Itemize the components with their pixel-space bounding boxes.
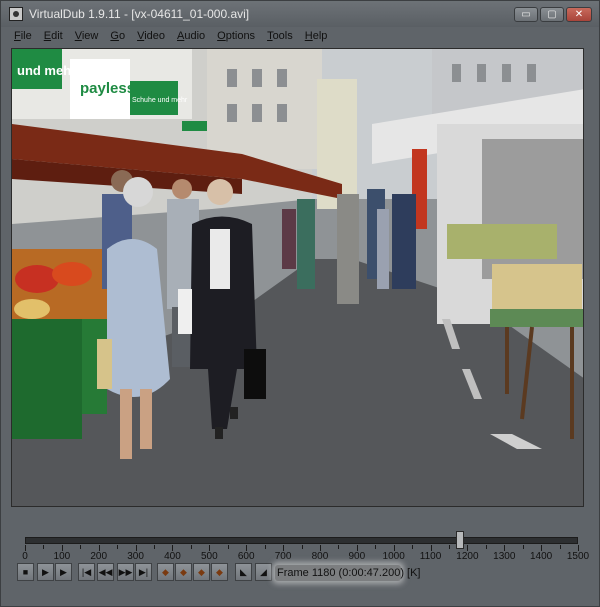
- sign-payless: payless: [80, 80, 135, 97]
- timeline-tick: [412, 545, 414, 549]
- timeline-tick: [338, 545, 340, 549]
- menu-edit[interactable]: Edit: [44, 30, 63, 42]
- menu-view[interactable]: View: [75, 30, 99, 42]
- video-frame-image: und mehr payless Schuhe und mehr: [12, 49, 583, 506]
- menu-options[interactable]: Options: [217, 30, 255, 42]
- back-icon[interactable]: ◀◀: [97, 563, 114, 581]
- timeline-tick: [117, 545, 119, 549]
- maximize-button[interactable]: ▢: [540, 7, 564, 22]
- timeline-tick: [43, 545, 45, 549]
- prev-key-icon[interactable]: ◆: [157, 563, 174, 581]
- window-title: VirtualDub 1.9.11 - [vx-04611_01-000.avi…: [29, 7, 250, 21]
- forward-icon[interactable]: ▶▶: [117, 563, 134, 581]
- close-button[interactable]: ✕: [566, 7, 592, 22]
- minimize-button[interactable]: ▭: [514, 7, 538, 22]
- timeline-tick-label: 1500: [566, 551, 590, 562]
- start-icon[interactable]: |◀: [78, 563, 95, 581]
- timeline-tick: [80, 545, 82, 549]
- menu-bar: File Edit View Go Video Audio Options To…: [7, 27, 593, 45]
- timeline-tick-label: 1000: [382, 551, 405, 562]
- menu-go[interactable]: Go: [110, 30, 125, 42]
- frame-status-text: Frame 1180 (0:00:47.200) [K]: [277, 567, 421, 579]
- end-icon[interactable]: ▶|: [135, 563, 152, 581]
- menu-file[interactable]: File: [14, 30, 32, 42]
- timeline-tick: [227, 545, 229, 549]
- mark-out-icon[interactable]: ◢: [255, 563, 272, 581]
- timeline-tick-label: 1400: [530, 551, 553, 562]
- timeline-tick: [190, 545, 192, 549]
- timeline-tick: [448, 545, 450, 549]
- timeline-tick-label: 0: [22, 551, 28, 562]
- timeline-tick-label: 800: [311, 551, 329, 562]
- timeline-tick-label: 900: [348, 551, 366, 562]
- timeline-tick: [522, 545, 524, 549]
- timeline-tick-label: 200: [90, 551, 108, 562]
- timeline-tick: [559, 545, 561, 549]
- timeline-tick: [264, 545, 266, 549]
- next-scene-icon[interactable]: ◆: [211, 563, 228, 581]
- menu-help[interactable]: Help: [305, 30, 328, 42]
- play-output-icon[interactable]: ▶: [55, 563, 72, 581]
- menu-tools[interactable]: Tools: [267, 30, 293, 42]
- sign-und-mehr: und mehr: [17, 63, 76, 78]
- timeline-tick-label: 300: [127, 551, 144, 562]
- timeline-tick: [301, 545, 303, 549]
- menu-audio[interactable]: Audio: [177, 30, 205, 42]
- menu-video[interactable]: Video: [137, 30, 165, 42]
- virtualdub-window: VirtualDub 1.9.11 - [vx-04611_01-000.avi…: [0, 0, 600, 607]
- timeline-tick: [485, 545, 487, 549]
- play-input-icon[interactable]: ▶: [37, 563, 54, 581]
- timeline-panel: 0 100 200 300 400 500 600 700 800 900 1000 1100 1200…: [7, 509, 593, 599]
- timeline-tick-label: 1300: [493, 551, 516, 562]
- stop-icon[interactable]: ■: [17, 563, 34, 581]
- prev-scene-icon[interactable]: ◆: [193, 563, 210, 581]
- timeline-tick-label: 1200: [456, 551, 479, 562]
- timeline-tick: [375, 545, 377, 549]
- timeline-track[interactable]: [25, 537, 578, 544]
- video-frame-pane: und mehr payless Schuhe und mehr: [11, 48, 584, 507]
- sign-schuhe: Schuhe und mehr: [132, 97, 188, 104]
- timeline-tick: [154, 545, 156, 549]
- timeline-tick-label: 700: [274, 551, 292, 562]
- timeline-tick-label: 600: [237, 551, 255, 562]
- timeline-tick-label: 1100: [419, 551, 442, 562]
- timeline-tick-label: 100: [53, 551, 71, 562]
- next-key-icon[interactable]: ◆: [175, 563, 192, 581]
- app-icon[interactable]: [9, 7, 23, 21]
- title-bar[interactable]: VirtualDub 1.9.11 - [vx-04611_01-000.avi…: [1, 1, 599, 27]
- mark-in-icon[interactable]: ◣: [235, 563, 252, 581]
- timeline-tick-label: 500: [200, 551, 218, 562]
- timeline-tick-label: 400: [164, 551, 181, 562]
